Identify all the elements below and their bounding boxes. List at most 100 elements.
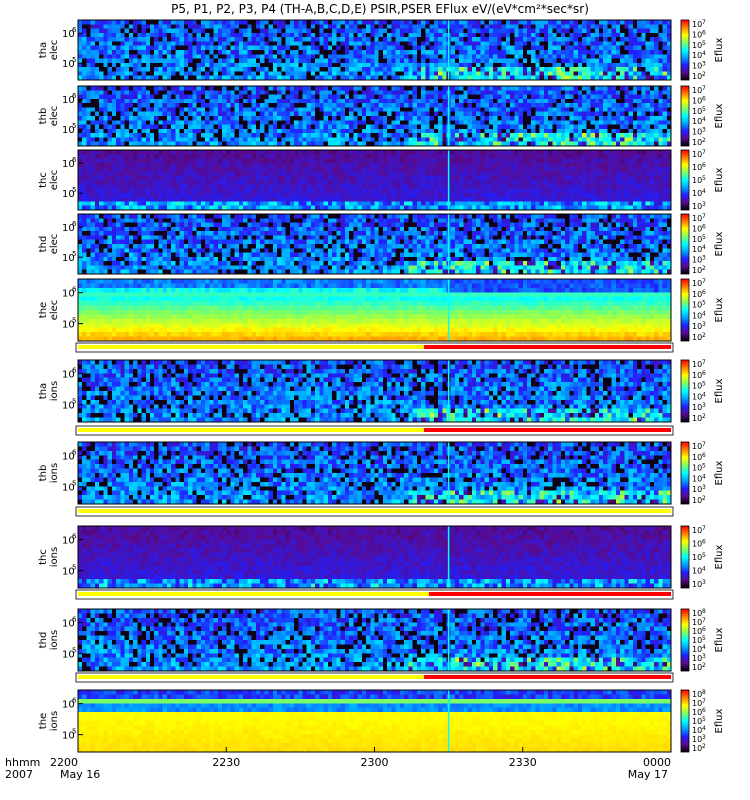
heatmap-cell (319, 98, 325, 104)
heatmap-cell (425, 94, 430, 100)
heatmap-cell (166, 67, 172, 72)
heatmap-cell (133, 124, 138, 130)
heatmap-cell (251, 20, 257, 25)
heatmap-cell (531, 116, 536, 121)
heatmap-cell (412, 50, 418, 55)
heatmap-cell (662, 54, 668, 59)
heatmap-cell (298, 137, 303, 143)
heatmap-cell (459, 137, 464, 143)
heatmap-cell (526, 54, 532, 59)
heatmap-cell (82, 116, 87, 121)
heatmap-cell (476, 98, 481, 104)
heatmap-cell (429, 128, 435, 134)
heatmap-cell (111, 133, 117, 138)
heatmap-cell (438, 71, 443, 77)
heatmap-cell (260, 86, 265, 91)
heatmap-cell (378, 124, 384, 130)
heatmap-cell (78, 175, 83, 181)
heatmap-cell (649, 41, 655, 47)
heatmap-cell (306, 107, 312, 113)
heatmap-cell (505, 111, 511, 117)
heatmap-cell (116, 86, 121, 91)
heatmap-cell (247, 116, 253, 121)
heatmap-cell (480, 24, 486, 29)
heatmap-cell (315, 24, 320, 29)
heatmap-cell (442, 45, 447, 51)
heatmap-cell (175, 192, 181, 198)
heatmap-cell (107, 24, 113, 29)
heatmap-cell (577, 107, 583, 113)
heatmap-cell (522, 133, 528, 138)
colorbar-label: Eflux (714, 37, 725, 62)
heatmap-cell (391, 116, 397, 121)
heatmap-cell (234, 50, 240, 55)
heatmap-cell (497, 111, 502, 117)
heatmap-cell (298, 58, 303, 64)
heatmap-cell (429, 90, 435, 95)
heatmap-cell (404, 137, 409, 143)
heatmap-cell (518, 28, 524, 34)
heatmap-cell (361, 71, 367, 77)
heatmap-cell (264, 158, 270, 164)
heatmap-cell (357, 32, 363, 38)
heatmap-cell (543, 133, 549, 138)
heatmap-cell (116, 154, 121, 159)
heatmap-cell (615, 41, 621, 47)
heatmap-cell (590, 111, 596, 117)
heatmap-cell (154, 54, 159, 59)
heatmap-cell (556, 111, 562, 117)
heatmap-cell (370, 107, 375, 113)
heatmap-cell (425, 54, 430, 59)
heatmap-cell (327, 184, 333, 189)
heatmap-cell (645, 41, 651, 47)
heatmap-cell (82, 58, 87, 64)
heatmap-cell (628, 71, 634, 77)
heatmap-cell (103, 192, 109, 198)
heatmap-cell (205, 28, 210, 34)
heatmap-cell (277, 24, 282, 29)
heatmap-cell (649, 128, 655, 134)
heatmap-cell (573, 62, 579, 68)
heatmap-cell (323, 124, 329, 130)
heatmap-cell (315, 167, 320, 172)
heatmap-cell (590, 103, 596, 108)
heatmap-cell (641, 103, 646, 108)
heatmap-cell (294, 137, 299, 143)
heatmap-cell (632, 124, 638, 130)
heatmap-cell (272, 50, 278, 55)
heatmap-cell (408, 62, 414, 68)
heatmap-cell (310, 137, 316, 143)
heatmap-cell (289, 158, 295, 164)
heatmap-cell (323, 180, 329, 185)
heatmap-cell (124, 116, 130, 121)
heatmap-cell (260, 137, 265, 143)
heatmap-cell (387, 37, 392, 42)
heatmap-cell (103, 171, 109, 177)
heatmap-cell (552, 98, 558, 104)
heatmap-cell (408, 86, 414, 91)
heatmap-cell (107, 192, 113, 198)
heatmap-cell (366, 111, 371, 117)
heatmap-cell (454, 124, 460, 130)
heatmap-cell (450, 45, 456, 51)
heatmap-cell (378, 133, 384, 138)
heatmap-cell (145, 28, 151, 34)
heatmap-cell (251, 54, 257, 59)
heatmap-cell (531, 45, 536, 51)
heatmap-cell (247, 24, 253, 29)
heatmap-cell (370, 201, 375, 207)
heatmap-cell (200, 124, 206, 130)
heatmap-cell (120, 45, 125, 51)
heatmap-cell (188, 201, 193, 207)
heatmap-cell (624, 24, 630, 29)
heatmap-cell (412, 124, 418, 130)
heatmap-cell (497, 94, 502, 100)
heatmap-cell (620, 124, 625, 130)
heatmap-cell (370, 184, 375, 189)
heatmap-cell (459, 94, 464, 100)
heatmap-cell (141, 192, 147, 198)
heatmap-cell (632, 20, 638, 25)
heatmap-cell (543, 103, 549, 108)
heatmap-cell (188, 94, 193, 100)
colorbar-tick-label: 10 (692, 86, 702, 95)
